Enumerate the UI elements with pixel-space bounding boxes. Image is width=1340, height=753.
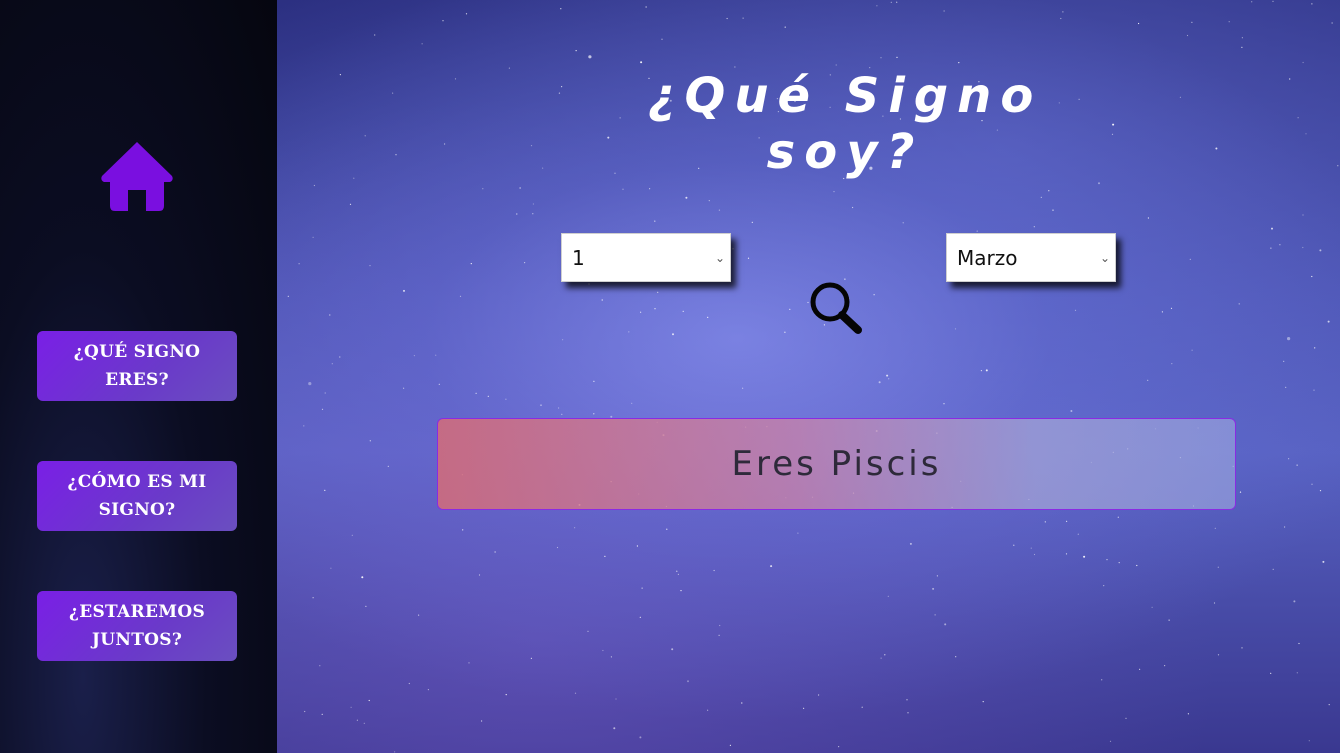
- page-title: ¿Qué Signo soy?: [647, 68, 1043, 180]
- chevron-down-icon: ⌄: [1099, 250, 1111, 265]
- sidebar: ¿QUÉ SIGNO ERES? ¿CÓMO ES MI SIGNO? ¿EST…: [0, 0, 277, 753]
- nav-button-que-signo-eres[interactable]: ¿QUÉ SIGNO ERES?: [37, 331, 237, 401]
- result-box: Eres Piscis: [437, 418, 1236, 510]
- home-icon[interactable]: [100, 140, 174, 212]
- chevron-down-icon: ⌄: [714, 250, 726, 265]
- day-select[interactable]: 1 ⌄: [561, 233, 731, 282]
- day-select-value: 1: [572, 245, 585, 270]
- magnifier-icon[interactable]: [808, 282, 864, 336]
- month-select-value: Marzo: [957, 245, 1018, 270]
- nav-button-como-es-mi-signo[interactable]: ¿CÓMO ES MI SIGNO?: [37, 461, 237, 531]
- month-select[interactable]: Marzo ⌄: [946, 233, 1116, 282]
- nav-button-estaremos-juntos[interactable]: ¿ESTAREMOS JUNTOS?: [37, 591, 237, 661]
- result-text: Eres Piscis: [731, 444, 942, 484]
